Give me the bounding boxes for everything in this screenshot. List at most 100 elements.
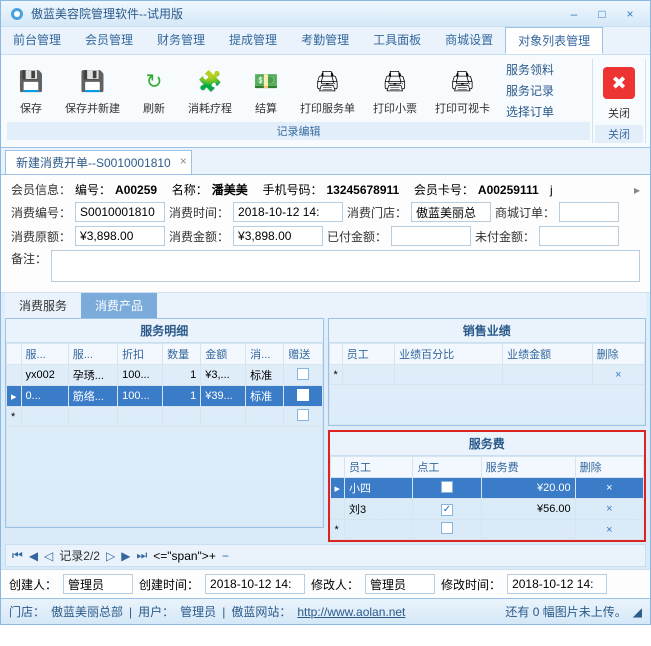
- service-fee-grid: 服务费 员工 点工 服务费 删除 ▸小四¥20.00× 刘3¥56.00×: [328, 430, 647, 542]
- menu-tab-3[interactable]: 提成管理: [217, 27, 289, 54]
- col-piece[interactable]: 点工: [413, 457, 481, 478]
- print-card-button[interactable]: 🖨打印可视卡: [427, 59, 498, 122]
- document-tab-close[interactable]: ×: [180, 154, 187, 168]
- status-bar: 门店： 傲蓝美丽总部 | 用户： 管理员 | 傲蓝网站： http://www.…: [1, 598, 650, 624]
- unpaid-label: 未付金额：: [475, 228, 535, 245]
- print-ticket-button[interactable]: 🖨打印小票: [365, 59, 425, 122]
- member-mobile-label: 手机号码：: [262, 181, 322, 198]
- ctime-label: 创建时间：: [139, 576, 199, 593]
- consume-course-button[interactable]: 🧩消耗疗程: [180, 59, 240, 122]
- print-service-button[interactable]: 🖨打印服务单: [292, 59, 363, 122]
- col-del[interactable]: 删除: [575, 457, 643, 478]
- table-new-row[interactable]: *×: [330, 520, 644, 540]
- col-pct[interactable]: 业绩百分比: [395, 344, 503, 365]
- nav-step-back[interactable]: ◁: [44, 549, 53, 563]
- col-amt[interactable]: 业绩金额: [503, 344, 592, 365]
- col-type[interactable]: 消...: [246, 344, 284, 365]
- delete-button[interactable]: ×: [575, 499, 643, 520]
- settle-button[interactable]: 💵结算: [242, 59, 290, 122]
- modifier-input[interactable]: [365, 574, 435, 594]
- modifier-label: 修改人：: [311, 576, 359, 593]
- col-gift[interactable]: 赠送: [284, 344, 322, 365]
- service-record-link[interactable]: 服务记录: [500, 80, 560, 101]
- col-amount[interactable]: 金额: [201, 344, 246, 365]
- subtab-product[interactable]: 消费产品: [81, 293, 157, 318]
- piece-checkbox[interactable]: [441, 522, 453, 534]
- status-store-label: 门店：: [9, 603, 45, 620]
- service-detail-grid: 服务明细 服... 服... 折扣 数量 金额 消... 赠送 yx00: [5, 318, 324, 528]
- creator-input[interactable]: [63, 574, 133, 594]
- save-button[interactable]: 💾保存: [7, 59, 55, 122]
- nav-delete[interactable]: −: [222, 549, 229, 563]
- maximize-button[interactable]: □: [590, 7, 614, 21]
- amount-input[interactable]: [233, 226, 323, 246]
- gift-checkbox[interactable]: [297, 389, 309, 401]
- subtab-service[interactable]: 消费服务: [5, 293, 81, 318]
- close-button[interactable]: ✖ 关闭: [595, 59, 643, 125]
- delete-button[interactable]: ×: [575, 478, 643, 499]
- col-emp[interactable]: 员工: [342, 344, 394, 365]
- delete-button[interactable]: ×: [592, 365, 644, 385]
- mall-order-label: 商城订单：: [495, 204, 555, 221]
- mall-order-input[interactable]: [559, 202, 619, 222]
- menu-tab-5[interactable]: 工具面板: [361, 27, 433, 54]
- member-mobile-value: 13245678911: [326, 183, 399, 197]
- col-del[interactable]: 删除: [592, 344, 644, 365]
- piece-checkbox[interactable]: [441, 481, 453, 493]
- table-new-row[interactable]: *×: [329, 365, 645, 385]
- member-scroll-right[interactable]: ▸: [634, 183, 640, 197]
- col-emp[interactable]: 员工: [345, 457, 413, 478]
- ctime-input[interactable]: [205, 574, 305, 594]
- nav-step-fwd[interactable]: ▷: [106, 549, 115, 563]
- col-name[interactable]: 服...: [68, 344, 117, 365]
- table-row[interactable]: 刘3¥56.00×: [330, 499, 644, 520]
- table-row[interactable]: ▸小四¥20.00×: [330, 478, 644, 499]
- remark-input[interactable]: [51, 250, 640, 282]
- gift-checkbox[interactable]: [297, 409, 309, 421]
- piece-checkbox[interactable]: [441, 504, 453, 516]
- col-code[interactable]: 服...: [21, 344, 68, 365]
- col-fee[interactable]: 服务费: [481, 457, 575, 478]
- service-material-link[interactable]: 服务领料: [500, 59, 560, 80]
- minimize-button[interactable]: –: [562, 7, 586, 21]
- menu-tab-4[interactable]: 考勤管理: [289, 27, 361, 54]
- resize-grip-icon[interactable]: ◢: [633, 605, 642, 619]
- paid-input[interactable]: [391, 226, 471, 246]
- document-tab-title: 新建消费开单--S0010001810: [16, 156, 171, 170]
- member-name-label: 名称：: [172, 181, 208, 198]
- order-store-input[interactable]: [411, 202, 491, 222]
- menu-tab-6[interactable]: 商城设置: [433, 27, 505, 54]
- order-no-input[interactable]: [75, 202, 165, 222]
- unpaid-input[interactable]: [539, 226, 619, 246]
- menu-tab-7[interactable]: 对象列表管理: [505, 27, 603, 54]
- delete-button[interactable]: ×: [575, 520, 643, 540]
- col-discount[interactable]: 折扣: [118, 344, 163, 365]
- mtime-label: 修改时间：: [441, 576, 501, 593]
- close-window-button[interactable]: ×: [618, 7, 642, 21]
- mtime-input[interactable]: [507, 574, 607, 594]
- nav-last[interactable]: ⏭: [136, 548, 147, 563]
- menu-tab-1[interactable]: 会员管理: [73, 27, 145, 54]
- refresh-button[interactable]: ↻刷新: [130, 59, 178, 122]
- table-new-row[interactable]: *: [7, 407, 323, 427]
- menu-tab-2[interactable]: 财务管理: [145, 27, 217, 54]
- ribbon: 💾保存 💾保存并新建 ↻刷新 🧩消耗疗程 💵结算 🖨打印服务单 🖨打印小票 🖨打…: [1, 55, 650, 148]
- save-new-button[interactable]: 💾保存并新建: [57, 59, 128, 122]
- member-id-label: 编号：: [75, 181, 111, 198]
- nav-next[interactable]: ▶: [121, 549, 130, 563]
- status-site-link[interactable]: http://www.aolan.net: [297, 605, 405, 619]
- table-row[interactable]: ▸ 0...筋络...100...1¥39...标准: [7, 386, 323, 407]
- menu-tab-0[interactable]: 前台管理: [1, 27, 73, 54]
- orig-amount-input[interactable]: [75, 226, 165, 246]
- document-tab[interactable]: 新建消费开单--S0010001810 ×: [5, 150, 192, 174]
- gift-checkbox[interactable]: [297, 368, 309, 380]
- nav-prev[interactable]: ◀: [29, 549, 38, 563]
- close-icon: ✖: [603, 67, 635, 99]
- select-order-link[interactable]: 选择订单: [500, 101, 560, 122]
- amount-label: 消费金额：: [169, 228, 229, 245]
- col-qty[interactable]: 数量: [163, 344, 201, 365]
- nav-first[interactable]: ⏮: [12, 548, 23, 563]
- order-no-label: 消费编号：: [11, 204, 71, 221]
- order-time-input[interactable]: [233, 202, 343, 222]
- table-row[interactable]: yx002孕琇...100...1¥3,...标准: [7, 365, 323, 386]
